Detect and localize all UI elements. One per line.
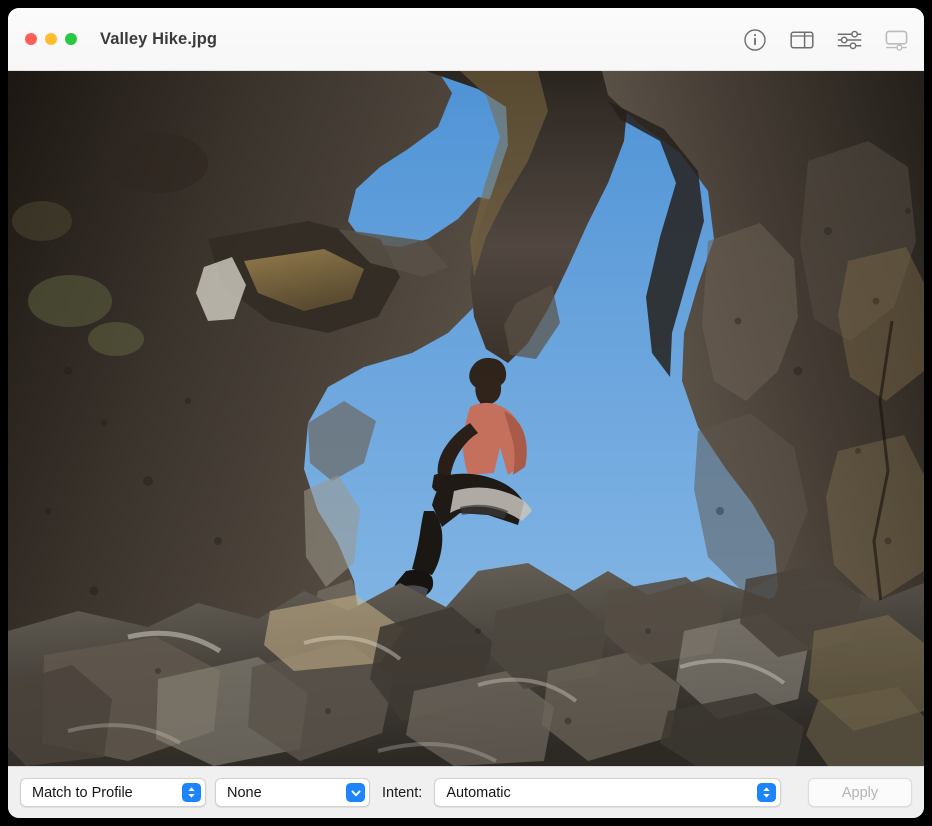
- intent-value: Automatic: [446, 784, 511, 801]
- intent-label: Intent:: [382, 784, 423, 801]
- title-bar: Valley Hike.jpg: [8, 8, 924, 71]
- sidebar-icon: [790, 30, 814, 49]
- info-icon: [744, 28, 766, 51]
- window-title: Valley Hike.jpg: [100, 29, 218, 48]
- chevron-down-icon: [346, 783, 365, 802]
- sidebar-button[interactable]: [787, 25, 817, 55]
- traffic-lights: [25, 33, 77, 45]
- color-profile-bar: Match to Profile None Intent: Automatic: [8, 766, 924, 818]
- apply-button-label: Apply: [841, 784, 879, 801]
- image-window: Valley Hike.jpg Match to Profile None In…: [8, 8, 924, 818]
- photo-valley-hike: [8, 71, 924, 766]
- apply-button[interactable]: Apply: [808, 778, 912, 807]
- match-to-profile-value: Match to Profile: [32, 784, 133, 801]
- intent-popup[interactable]: Automatic: [434, 778, 782, 807]
- display-button[interactable]: [881, 25, 911, 55]
- display-icon: [885, 30, 907, 51]
- toolbar: [740, 8, 911, 71]
- zoom-button[interactable]: [65, 33, 77, 45]
- adjust-icon: [837, 30, 861, 49]
- profile-popup[interactable]: None: [215, 778, 370, 807]
- chevron-up-down-icon: [757, 783, 777, 802]
- chevron-up-down-icon: [182, 783, 201, 802]
- match-to-profile-popup[interactable]: Match to Profile: [20, 778, 206, 807]
- info-button[interactable]: [740, 25, 770, 55]
- image-canvas[interactable]: [8, 71, 924, 766]
- adjust-button[interactable]: [834, 25, 864, 55]
- minimize-button[interactable]: [45, 33, 57, 45]
- close-button[interactable]: [25, 33, 37, 45]
- profile-value: None: [227, 784, 262, 801]
